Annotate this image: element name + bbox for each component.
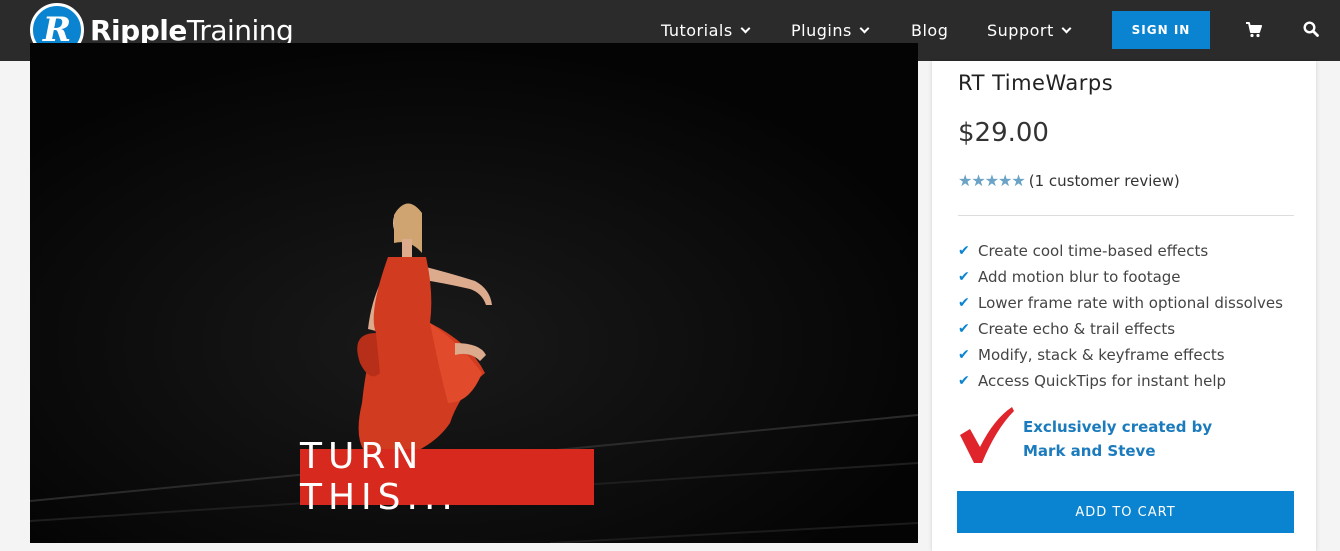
feature-text: Modify, stack & keyframe effects xyxy=(978,346,1225,364)
logo-text-bold: Ripple xyxy=(90,13,187,47)
check-icon: ✔ xyxy=(958,269,970,285)
nav-plugins-label: Plugins xyxy=(791,21,852,40)
check-icon: ✔ xyxy=(958,373,970,389)
feature-text: Create cool time-based effects xyxy=(978,242,1209,260)
product-rating: ★★★★★ (1 customer review) xyxy=(958,171,1180,190)
list-item: ✔ Create echo & trail effects xyxy=(958,316,1283,342)
nav-tutorials-label: Tutorials xyxy=(661,21,733,40)
check-icon: ✔ xyxy=(958,347,970,363)
star-rating-icon: ★★★★★ xyxy=(958,171,1026,190)
feature-list: ✔ Create cool time-based effects ✔ Add mot… xyxy=(958,238,1283,394)
list-item: ✔ Create cool time-based effects xyxy=(958,238,1283,264)
check-icon: ✔ xyxy=(958,295,970,311)
feature-text: Access QuickTips for instant help xyxy=(978,372,1227,390)
chevron-down-icon xyxy=(859,23,870,34)
shopping-cart-icon[interactable] xyxy=(1245,21,1262,38)
nav-support-label: Support xyxy=(987,21,1054,40)
product-title: RT TimeWarps xyxy=(958,71,1114,95)
logo-text-light: Training xyxy=(186,13,294,47)
list-item: ✔ Access QuickTips for instant help xyxy=(958,368,1283,394)
nav-blog-label: Blog xyxy=(911,21,949,40)
search-icon[interactable] xyxy=(1303,21,1319,37)
check-icon: ✔ xyxy=(958,321,970,337)
list-item: ✔ Lower frame rate with optional dissolve… xyxy=(958,290,1283,316)
product-summary: RT TimeWarps $29.00 ★★★★★ (1 customer re… xyxy=(932,61,1316,551)
list-item: ✔ Add motion blur to footage xyxy=(958,264,1283,290)
review-count-link[interactable]: (1 customer review) xyxy=(1029,172,1180,190)
add-to-cart-button[interactable]: ADD TO CART xyxy=(957,491,1294,533)
promo-text: Exclusively created by Mark and Steve xyxy=(1023,415,1212,463)
promo-line-1: Exclusively created by xyxy=(1023,418,1213,436)
feature-text: Create echo & trail effects xyxy=(978,320,1176,338)
chevron-down-icon xyxy=(740,23,751,34)
logo-letter: R xyxy=(42,10,72,50)
sign-in-button[interactable]: SIGN IN xyxy=(1112,11,1210,49)
exclusive-promo: Exclusively created by Mark and Steve xyxy=(958,405,1238,469)
feature-text: Add motion blur to footage xyxy=(978,268,1181,286)
red-checkmark-icon xyxy=(960,407,1014,463)
divider xyxy=(958,215,1294,216)
video-caption: TURN THIS... xyxy=(300,436,594,518)
nav-support[interactable]: Support xyxy=(987,0,1072,61)
list-item: ✔ Modify, stack & keyframe effects xyxy=(958,342,1283,368)
product-price: $29.00 xyxy=(958,118,1049,148)
chevron-down-icon xyxy=(1061,23,1072,34)
check-icon: ✔ xyxy=(958,243,970,259)
logo-wordmark: RippleTraining xyxy=(90,13,294,47)
promo-line-2: Mark and Steve xyxy=(1023,442,1156,460)
feature-text: Lower frame rate with optional dissolves xyxy=(978,294,1283,312)
product-video[interactable]: TURN THIS... xyxy=(30,43,918,543)
